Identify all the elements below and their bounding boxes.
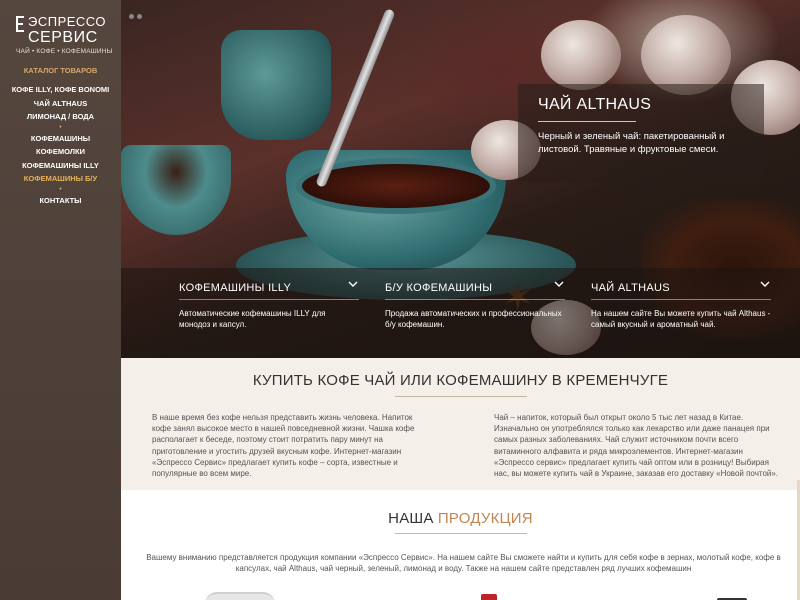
logo[interactable]: ЭСПРЕССО СЕРВИС ЧАЙ • КОФЕ • КОФЕМАШИНЫ bbox=[14, 12, 113, 56]
category-card-text: Автоматические кофемашины ILLY для монод… bbox=[179, 309, 326, 329]
about-text-tea: Чай – напиток, который был открыт около … bbox=[494, 413, 779, 479]
slider-dots bbox=[129, 6, 145, 24]
sidebar-item-lemonade-water[interactable]: ЛИМОНАД / ВОДА bbox=[0, 110, 121, 124]
hero-feature-text: Черный и зеленый чай: пакетированный и л… bbox=[538, 131, 725, 155]
product-image[interactable] bbox=[481, 594, 497, 600]
products-section: НАША ПРОДУКЦИЯ Вашему вниманию представл… bbox=[121, 490, 800, 600]
catalog-heading: КАТАЛОГ ТОВАРОВ bbox=[23, 66, 98, 75]
products-text: Вашему вниманию представляется продукция… bbox=[146, 553, 781, 573]
divider bbox=[538, 121, 636, 122]
sidebar-menu: КОФЕ ILLY, КОФЕ BONOMI ЧАЙ ALTHAUS ЛИМОН… bbox=[0, 83, 121, 207]
about-text-coffee: В наше время без кофе нельзя представить… bbox=[152, 413, 415, 479]
hero-image-pitcher bbox=[221, 30, 331, 140]
slider-dot[interactable] bbox=[129, 14, 134, 19]
hero-feature-card[interactable]: ЧАЙ ALTHAUS Черный и зеленый чай: пакети… bbox=[518, 84, 764, 182]
chevron-down-icon[interactable] bbox=[759, 278, 771, 290]
divider bbox=[395, 533, 527, 534]
logo-text-line1: ЭСПРЕССО bbox=[28, 14, 107, 29]
sidebar-item-used-machines[interactable]: КОФЕМАШИНЫ Б/У bbox=[0, 172, 121, 186]
sidebar: ЭСПРЕССО СЕРВИС ЧАЙ • КОФЕ • КОФЕМАШИНЫ … bbox=[0, 0, 121, 600]
about-title: КУПИТЬ КОФЕ ЧАЙ ИЛИ КОФЕМАШИНУ В КРЕМЕНЧ… bbox=[252, 372, 669, 389]
category-card-text: На нашем сайте Вы можете купить чай Alth… bbox=[591, 309, 771, 329]
sidebar-item-illy-machines[interactable]: КОФЕМАШИНЫ ILLY bbox=[0, 159, 121, 173]
hero-category-strip: КОФЕМАШИНЫ ILLY Автоматические кофемашин… bbox=[121, 268, 800, 358]
menu-separator: • bbox=[59, 185, 62, 193]
sidebar-item-grinders[interactable]: КОФЕМОЛКИ bbox=[0, 145, 121, 159]
products-title-accent: ПРОДУКЦИЯ bbox=[437, 510, 533, 527]
sidebar-item-coffee-illy-bonomi[interactable]: КОФЕ ILLY, КОФЕ BONOMI bbox=[0, 83, 121, 97]
menu-separator: • bbox=[59, 123, 62, 131]
hero-image-cookie bbox=[541, 20, 621, 90]
divider bbox=[179, 299, 359, 300]
sidebar-item-contacts[interactable]: КОНТАКТЫ bbox=[0, 194, 121, 208]
products-title-plain: НАША bbox=[388, 510, 434, 527]
logo-icon bbox=[16, 16, 24, 32]
category-card-title: Б/У КОФЕМАШИНЫ bbox=[385, 282, 493, 294]
slider-dot[interactable] bbox=[137, 14, 142, 19]
logo-text-line2: СЕРВИС bbox=[28, 29, 98, 46]
products-title: НАША ПРОДУКЦИЯ bbox=[121, 510, 800, 527]
category-card-tea[interactable]: ЧАЙ ALTHAUS На нашем сайте Вы можете куп… bbox=[591, 278, 771, 330]
product-image[interactable] bbox=[205, 592, 275, 600]
category-card-used[interactable]: Б/У КОФЕМАШИНЫ Продажа автоматических и … bbox=[385, 278, 565, 330]
hero-banner: ✶ ЧАЙ ALTHAUS Черный и зеленый чай: паке… bbox=[121, 0, 800, 358]
hero-image-bowl bbox=[121, 145, 231, 235]
divider bbox=[591, 299, 771, 300]
divider bbox=[395, 396, 527, 397]
about-section: КУПИТЬ КОФЕ ЧАЙ ИЛИ КОФЕМАШИНУ В КРЕМЕНЧ… bbox=[121, 358, 800, 490]
chevron-down-icon[interactable] bbox=[553, 278, 565, 290]
sidebar-item-tea-althaus[interactable]: ЧАЙ ALTHAUS bbox=[0, 97, 121, 111]
sidebar-item-coffee-machines[interactable]: КОФЕМАШИНЫ bbox=[0, 132, 121, 146]
category-card-illy[interactable]: КОФЕМАШИНЫ ILLY Автоматические кофемашин… bbox=[179, 278, 359, 330]
logo-tagline: ЧАЙ • КОФЕ • КОФЕМАШИНЫ bbox=[16, 48, 113, 55]
hero-feature-title: ЧАЙ ALTHAUS bbox=[538, 96, 652, 113]
category-card-text: Продажа автоматических и профессиональны… bbox=[385, 309, 562, 329]
category-card-title: КОФЕМАШИНЫ ILLY bbox=[179, 282, 292, 294]
category-card-title: ЧАЙ ALTHAUS bbox=[591, 282, 670, 294]
chevron-down-icon[interactable] bbox=[347, 278, 359, 290]
divider bbox=[385, 299, 565, 300]
hero-image-cookie bbox=[641, 15, 731, 95]
